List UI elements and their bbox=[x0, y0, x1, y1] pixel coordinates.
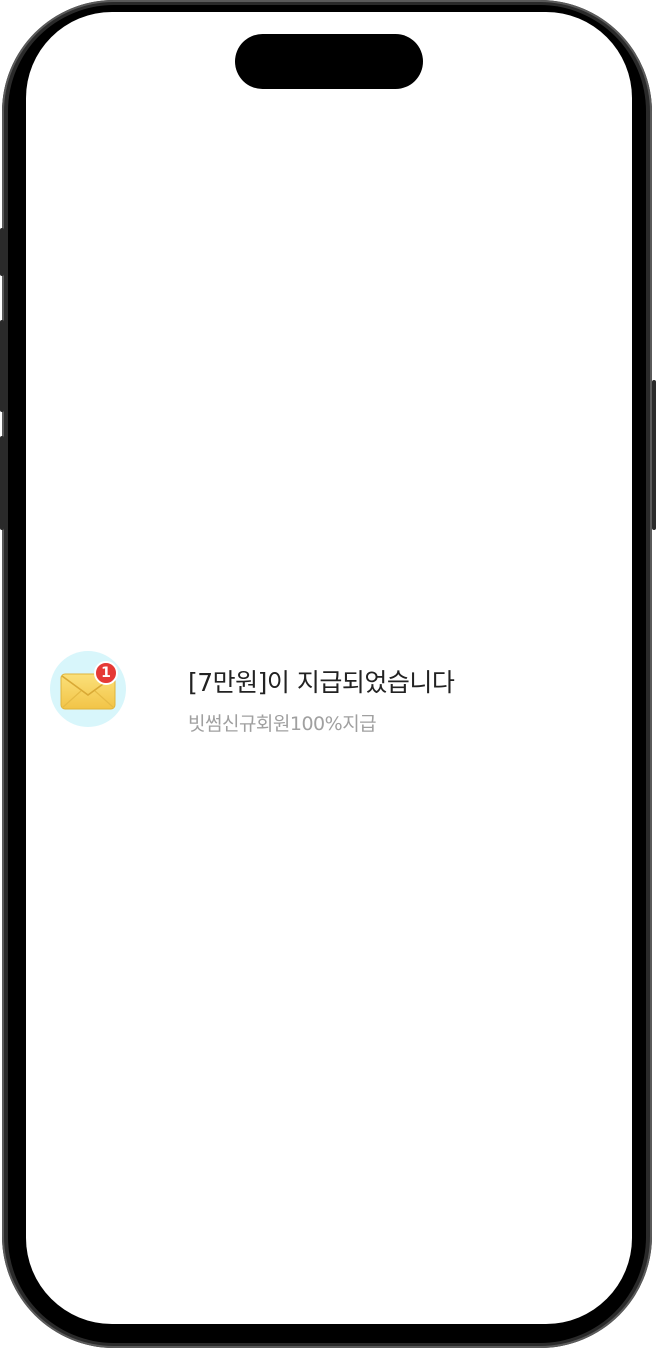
action-button bbox=[0, 228, 4, 276]
notification-title: [7만원]이 지급되었습니다 bbox=[188, 668, 455, 697]
power-button bbox=[652, 380, 656, 530]
notification-subtitle: 빗썸신규회원100%지급 bbox=[188, 713, 377, 735]
volume-down-button bbox=[0, 436, 4, 530]
phone-frame: 1 [7만원]이 지급되었습니다 빗썸신규회원100%지급 bbox=[2, 0, 652, 1348]
dynamic-island bbox=[235, 34, 423, 89]
notification-item[interactable]: 1 [7만원]이 지급되었습니다 빗썸신규회원100%지급 bbox=[50, 651, 610, 741]
app-icon: 1 bbox=[50, 651, 126, 727]
notification-badge: 1 bbox=[94, 661, 118, 685]
volume-up-button bbox=[0, 320, 4, 412]
screen: 1 [7만원]이 지급되었습니다 빗썸신규회원100%지급 bbox=[26, 12, 632, 1324]
